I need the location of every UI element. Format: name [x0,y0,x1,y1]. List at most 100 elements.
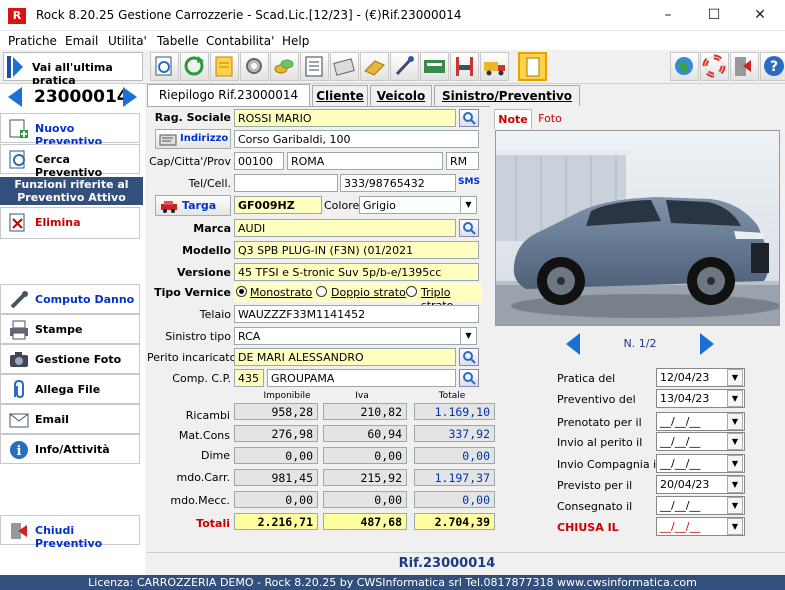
notes-icon[interactable] [210,52,239,81]
menu-contabilita[interactable]: Contabilita' [206,34,274,48]
tab-riepilogo[interactable]: Riepilogo Rif.23000014 [147,84,310,107]
rag-sociale-field[interactable]: ROSSI MARIO [234,109,456,127]
chevron-down-icon[interactable]: ▼ [727,476,743,493]
search-quote-button[interactable]: Cerca Preventivo [0,144,140,179]
brand-lookup-icon[interactable] [459,219,479,237]
close-icon[interactable]: ✕ [737,0,783,31]
radio-monostrato[interactable] [236,286,247,297]
company-lookup-icon[interactable] [459,369,479,387]
list-icon[interactable] [300,52,329,81]
tab-note[interactable]: Note [494,109,532,129]
globe-icon[interactable] [670,52,699,81]
row-label: Dime [200,449,230,462]
lookup-magnifier-icon[interactable] [459,109,479,127]
cap-field[interactable]: 00100 [234,152,284,170]
appraiser-lookup-icon[interactable] [459,348,479,366]
appraiser-label: Perito incaricato [147,351,237,364]
photo-next-icon[interactable] [698,332,716,356]
close-quote-button[interactable]: Chiudi Preventivo [0,515,140,550]
menu-utilita[interactable]: Utilita' [108,34,147,48]
chevron-down-icon[interactable]: ▼ [727,369,743,386]
dime-imponibile: 0,00 [234,447,318,464]
tab-veicolo[interactable]: Veicolo [370,85,432,106]
prev-arrow-icon[interactable] [6,86,24,108]
lifebuoy-icon[interactable] [700,52,729,81]
book-icon[interactable] [360,52,389,81]
camera-icon [10,352,28,367]
radio-triplo[interactable] [406,286,417,297]
truck-icon[interactable] [480,52,509,81]
tab-cliente[interactable]: Cliente [312,85,368,106]
exit-icon[interactable] [730,52,759,81]
minimize-icon[interactable]: – [645,0,691,31]
chevron-down-icon[interactable]: ▼ [727,518,743,535]
city-field[interactable]: ROMA [287,152,443,170]
new-quote-button[interactable]: Nuovo Preventivo [0,113,140,148]
search-doc-icon[interactable] [150,52,179,81]
matcons-iva: 60,94 [323,425,407,442]
refresh-icon[interactable] [180,52,209,81]
vehicle-photo[interactable] [495,130,780,326]
appraiser-field[interactable]: DE MARI ALESSANDRO [234,348,456,366]
chevron-down-icon[interactable]: ▼ [727,497,743,514]
photo-prev-icon[interactable] [564,332,582,356]
totals-panel: Imponibile Iva Totale Ricambi 958,28 210… [147,388,495,548]
attach-file-button[interactable]: Allega File [0,374,140,404]
goto-last-button[interactable]: Vai all'ultima pratica [3,52,143,87]
company-name-field[interactable]: GROUPAMA [267,369,456,387]
print-button[interactable]: Stampe [0,314,140,344]
date-label: Pratica del [557,372,616,385]
settings-icon[interactable] [240,52,269,81]
color-select[interactable]: Grigio ▼ [359,196,477,214]
menu-tabelle[interactable]: Tabelle [157,34,199,48]
row-label: Ricambi [185,409,230,422]
delete-icon [9,213,25,232]
claim-type-select[interactable]: RCA ▼ [234,327,477,345]
company-code-field[interactable]: 435 [234,369,264,387]
tel-field[interactable] [234,174,338,192]
next-arrow-icon[interactable] [121,86,139,108]
chevron-down-icon[interactable]: ▼ [727,455,743,472]
targa-button[interactable]: Targa [155,195,231,216]
address-button[interactable]: Indirizzo [155,129,231,149]
info-button[interactable]: i Info/Attività [0,434,140,464]
version-field[interactable]: 45 TFSI e S-tronic Suv 5p/b-e/1395cc [234,263,479,281]
paint-type-group: Monostrato Doppio strato Triplo strato [234,283,482,312]
documents-icon[interactable] [330,52,359,81]
lift-icon[interactable] [450,52,479,81]
chevron-down-icon[interactable]: ▼ [727,390,743,407]
menu-email[interactable]: Email [65,34,98,48]
wrench-icon [10,291,28,309]
matcons-imponibile: 276,98 [234,425,318,442]
help-icon[interactable]: ? [760,52,785,81]
sms-button[interactable]: SMS [458,177,480,187]
delete-button[interactable]: Elimina [0,207,140,239]
brand-field[interactable]: AUDI [234,219,456,237]
menu-pratiche[interactable]: Pratiche [8,34,57,48]
address-field[interactable]: Corso Garibaldi, 100 [234,130,479,148]
coins-icon[interactable] [270,52,299,81]
menu-help[interactable]: Help [282,34,309,48]
clipboard-icon[interactable] [518,52,547,81]
maximize-icon[interactable]: ☐ [691,0,737,31]
ricambi-imponibile: 958,28 [234,403,318,420]
chevron-down-icon[interactable]: ▼ [460,197,476,213]
vin-field[interactable]: WAUZZZF33M1141452 [234,305,479,323]
model-field[interactable]: Q3 SPB PLUG-IN (F3N) (01/2021 [234,241,479,259]
chevron-down-icon[interactable]: ▼ [727,413,743,430]
targa-field[interactable]: GF009HZ [234,196,322,214]
chevron-down-icon[interactable]: ▼ [460,328,476,344]
info-icon: i [10,441,28,459]
cell-field[interactable]: 333/98765432 [340,174,456,192]
tools-icon[interactable] [390,52,419,81]
radio-doppio[interactable] [316,286,327,297]
form-panel: Rag. Sociale ROSSI MARIO Indirizzo Corso… [147,107,490,387]
email-button[interactable]: Email [0,404,140,434]
chevron-down-icon[interactable]: ▼ [727,433,743,450]
compute-damage-button[interactable]: Computo Danno [0,284,140,314]
province-field[interactable]: RM [446,152,479,170]
photo-mgmt-button[interactable]: Gestione Foto [0,344,140,374]
tab-foto[interactable]: Foto [533,110,567,129]
register-icon[interactable] [420,52,449,81]
tab-sinistro-preventivo[interactable]: Sinistro/Preventivo [434,85,580,106]
